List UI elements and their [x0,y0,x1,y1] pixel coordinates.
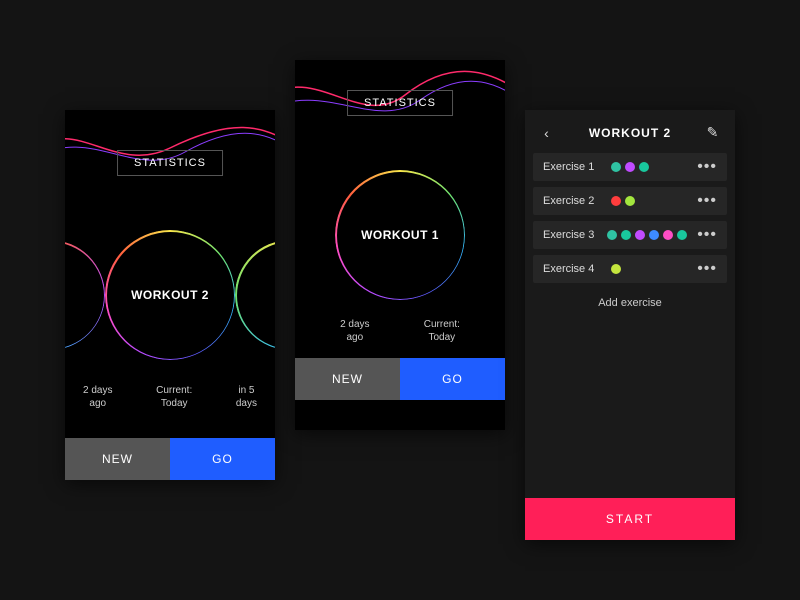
screens-container: STATISTICS WORKOUT 2 2 days ago Current:… [65,60,735,540]
set-dot [625,196,635,206]
bottom-bar: NEW GO [65,438,275,480]
detail-title: WORKOUT 2 [589,126,671,140]
set-dot [621,230,631,240]
statistics-button[interactable]: STATISTICS [117,150,223,176]
workout-ring-current[interactable]: WORKOUT 2 [105,230,235,360]
exercise-row[interactable]: Exercise 2••• [533,187,727,215]
exercise-dots [611,162,649,172]
back-icon[interactable]: ‹ [539,125,555,141]
start-button[interactable]: START [525,498,735,540]
exercise-row[interactable]: Exercise 3••• [533,221,727,249]
time-past: 2 days ago [83,384,112,410]
exercise-name: Exercise 1 [543,161,601,173]
detail-header: ‹ WORKOUT 2 ✎ [525,110,735,153]
workout-label: WORKOUT 2 [131,288,209,302]
set-dot [635,230,645,240]
set-dot [611,196,621,206]
new-button[interactable]: NEW [65,438,170,480]
screen-workout1-overview: STATISTICS WORKOUT 1 2 days ago Current:… [295,60,505,430]
exercise-dots [611,264,621,274]
set-dot [611,162,621,172]
exercise-dots [607,230,687,240]
set-dot [607,230,617,240]
add-exercise-button[interactable]: Add exercise [525,283,735,323]
statistics-button[interactable]: STATISTICS [347,90,453,116]
set-dot [639,162,649,172]
set-dot [611,264,621,274]
exercise-row[interactable]: Exercise 4••• [533,255,727,283]
bottom-bar: NEW GO [295,358,505,400]
set-dot [625,162,635,172]
edit-icon[interactable]: ✎ [705,124,721,141]
bottom-bar: START [525,498,735,540]
go-button[interactable]: GO [400,358,505,400]
screen-workout2-overview: STATISTICS WORKOUT 2 2 days ago Current:… [65,110,275,480]
workout-ring-next[interactable] [235,240,275,350]
time-current: Current: Today [156,384,192,410]
workout-label: WORKOUT 1 [361,228,439,242]
time-next: in 5 days [236,384,257,410]
time-current: Current: Today [424,318,460,344]
time-past: 2 days ago [340,318,369,344]
new-button[interactable]: NEW [295,358,400,400]
time-row: 2 days ago Current: Today in 5 days [83,384,257,410]
workout-ring-stage: WORKOUT 2 [65,205,275,385]
exercise-list: Exercise 1•••Exercise 2•••Exercise 3•••E… [525,153,735,283]
exercise-name: Exercise 4 [543,263,601,275]
workout-ring-prev[interactable] [65,240,105,350]
exercise-dots [611,196,635,206]
go-button[interactable]: GO [170,438,275,480]
time-row: 2 days ago Current: Today [313,318,487,344]
screen-workout-detail: ‹ WORKOUT 2 ✎ Exercise 1••• Exercise 2•••… [525,110,735,540]
set-dot [677,230,687,240]
set-dot [663,230,673,240]
exercise-name: Exercise 2 [543,195,601,207]
workout-ring-stage: WORKOUT 1 [295,145,505,325]
workout-ring-current[interactable]: WORKOUT 1 [335,170,465,300]
exercise-name: Exercise 3 [543,229,597,241]
exercise-row[interactable]: Exercise 1••• [533,153,727,181]
set-dot [649,230,659,240]
